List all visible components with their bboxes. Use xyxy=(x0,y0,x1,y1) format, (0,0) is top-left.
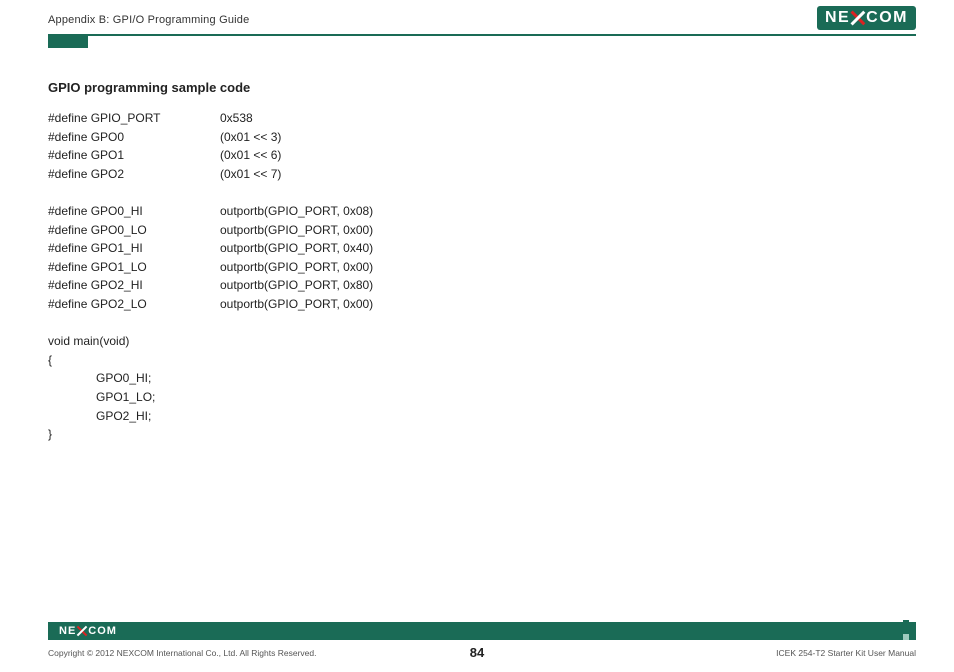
nexcom-logo-top: NE COM xyxy=(817,6,916,30)
section-title: GPIO programming sample code xyxy=(48,80,916,95)
code-line: #define GPO1_HIoutportb(GPIO_PORT, 0x40) xyxy=(48,239,916,258)
code-line: { xyxy=(48,351,916,370)
manual-title: ICEK 254-T2 Starter Kit User Manual xyxy=(776,648,916,658)
code-line: GPO1_LO; xyxy=(48,388,916,407)
code-line: #define GPO1_LOoutportb(GPIO_PORT, 0x00) xyxy=(48,258,916,277)
code-line: GPO2_HI; xyxy=(48,407,916,426)
code-line: #define GPO2(0x01 << 7) xyxy=(48,165,916,184)
x-icon xyxy=(851,11,865,25)
blank-line xyxy=(48,183,916,202)
header-rule xyxy=(48,34,916,36)
x-icon xyxy=(77,626,87,636)
appendix-title: Appendix B: GPI/O Programming Guide xyxy=(48,14,249,26)
nexcom-logo-icon: NE COM xyxy=(54,624,122,638)
code-line: #define GPO0(0x01 << 3) xyxy=(48,128,916,147)
logo-text-left: NE xyxy=(59,625,76,637)
code-line: #define GPIO_PORT0x538 xyxy=(48,109,916,128)
page-header: Appendix B: GPI/O Programming Guide NE C… xyxy=(0,0,954,50)
code-line: #define GPO0_HIoutportb(GPIO_PORT, 0x08) xyxy=(48,202,916,221)
nexcom-logo-icon: NE COM xyxy=(817,6,916,30)
code-line: #define GPO0_LOoutportb(GPIO_PORT, 0x00) xyxy=(48,221,916,240)
page-number: 84 xyxy=(470,645,484,660)
content-area: GPIO programming sample code #define GPI… xyxy=(48,80,916,444)
nexcom-logo-bottom: NE COM xyxy=(54,621,122,639)
code-line: #define GPO2_HIoutportb(GPIO_PORT, 0x80) xyxy=(48,276,916,295)
logo-text-right: COM xyxy=(866,9,908,27)
code-block: #define GPIO_PORT0x538 #define GPO0(0x01… xyxy=(48,109,916,444)
logo-text-right: COM xyxy=(88,625,117,637)
header-accent-block xyxy=(48,36,88,48)
logo-text-left: NE xyxy=(825,9,850,27)
page: Appendix B: GPI/O Programming Guide NE C… xyxy=(0,0,954,672)
corner-ornament-icon xyxy=(896,620,916,640)
copyright-text: Copyright © 2012 NEXCOM International Co… xyxy=(48,648,316,658)
code-line: #define GPO1(0x01 << 6) xyxy=(48,146,916,165)
code-line: } xyxy=(48,425,916,444)
code-line: void main(void) xyxy=(48,332,916,351)
code-line: GPO0_HI; xyxy=(48,369,916,388)
code-line: #define GPO2_LOoutportb(GPIO_PORT, 0x00) xyxy=(48,295,916,314)
blank-line xyxy=(48,314,916,333)
footer-bar xyxy=(48,622,916,640)
